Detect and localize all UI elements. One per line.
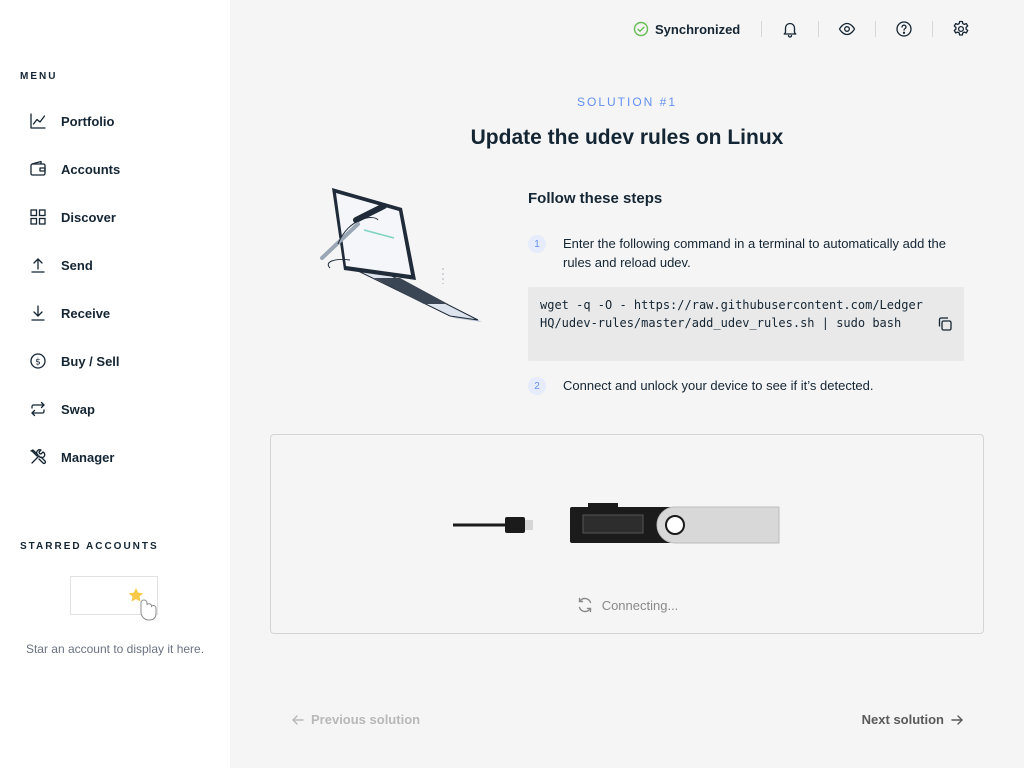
bell-icon[interactable]: [779, 18, 801, 40]
device-connection-card: Connecting...: [270, 434, 984, 634]
sync-label: Synchronized: [655, 21, 741, 37]
command-box: wget -q -O - https://raw.githubuserconte…: [528, 287, 964, 361]
device-illustration: [453, 503, 783, 547]
sidebar-item-label: Discover: [61, 209, 116, 225]
next-solution-button[interactable]: Next solution: [862, 712, 964, 727]
sidebar-item-label: Send: [61, 257, 93, 273]
sidebar-item-discover[interactable]: Discover: [20, 193, 220, 241]
help-icon[interactable]: [893, 18, 915, 40]
step-1: 1 Enter the following command in a termi…: [528, 234, 964, 272]
sidebar-item-swap[interactable]: Swap: [20, 385, 220, 433]
sidebar-item-label: Swap: [61, 401, 95, 417]
previous-solution-button[interactable]: Previous solution: [291, 712, 420, 727]
divider: [818, 21, 819, 37]
sidebar-item-buy-sell[interactable]: $ Buy / Sell: [20, 337, 220, 385]
next-solution-label: Next solution: [861, 712, 944, 727]
swap-icon: [28, 399, 48, 419]
page-title: Update the udev rules on Linux: [470, 126, 784, 149]
arrow-left-icon: [291, 713, 305, 727]
step-text: Connect and unlock your device to see if…: [563, 378, 874, 393]
sidebar-item-label: Manager: [61, 449, 115, 465]
grid-icon: [28, 207, 48, 227]
eye-icon[interactable]: [836, 18, 858, 40]
send-icon: [28, 255, 48, 275]
sidebar-item-receive[interactable]: Receive: [20, 289, 220, 337]
tools-icon: [28, 447, 48, 467]
loading-icon: [576, 596, 594, 614]
settings-icon[interactable]: [950, 18, 972, 40]
chart-icon: [28, 111, 48, 131]
starred-accounts-title: STARRED ACCOUNTS: [20, 541, 159, 552]
step-2: 2 Connect and unlock your device to see …: [528, 376, 964, 395]
dollar-icon: $: [28, 351, 48, 371]
sidebar-item-label: Buy / Sell: [61, 353, 120, 369]
sidebar-item-label: Portfolio: [61, 113, 115, 129]
wallet-icon: [28, 159, 48, 179]
previous-solution-label: Previous solution: [311, 712, 421, 727]
receive-icon: [28, 303, 48, 323]
sidebar-item-label: Receive: [61, 305, 111, 321]
arrow-right-icon: [950, 713, 964, 727]
sidebar-item-accounts[interactable]: Accounts: [20, 145, 220, 193]
solution-eyebrow: SOLUTION #1: [576, 95, 678, 109]
connecting-label: Connecting...: [601, 597, 679, 613]
step-number: 2: [528, 377, 546, 395]
sidebar-item-label: Accounts: [61, 161, 121, 177]
sidebar-item-portfolio[interactable]: Portfolio: [20, 97, 220, 145]
step-number: 1: [528, 235, 546, 253]
starred-empty-message: Star an account to display it here.: [25, 642, 205, 656]
sidebar: MENU Portfolio Accounts Discover Send Re…: [0, 0, 230, 768]
laptop-illustration: [316, 184, 486, 326]
check-circle-icon: [633, 21, 649, 37]
step-text: Enter the following command in a termina…: [563, 236, 946, 270]
connecting-status: Connecting...: [271, 596, 983, 614]
starred-placeholder-illustration: [70, 574, 162, 630]
command-text[interactable]: wget -q -O - https://raw.githubuserconte…: [540, 296, 924, 332]
divider: [875, 21, 876, 37]
divider: [761, 21, 762, 37]
sidebar-item-send[interactable]: Send: [20, 241, 220, 289]
topbar: Synchronized: [230, 0, 1024, 58]
steps-title: Follow these steps: [528, 190, 663, 207]
sidebar-item-manager[interactable]: Manager: [20, 433, 220, 481]
sidebar-menu: Portfolio Accounts Discover Send Receive: [20, 97, 220, 481]
copy-icon[interactable]: [936, 315, 954, 333]
sync-status[interactable]: Synchronized: [633, 20, 740, 38]
svg-text:$: $: [35, 358, 41, 368]
menu-title: MENU: [20, 71, 58, 82]
divider: [932, 21, 933, 37]
